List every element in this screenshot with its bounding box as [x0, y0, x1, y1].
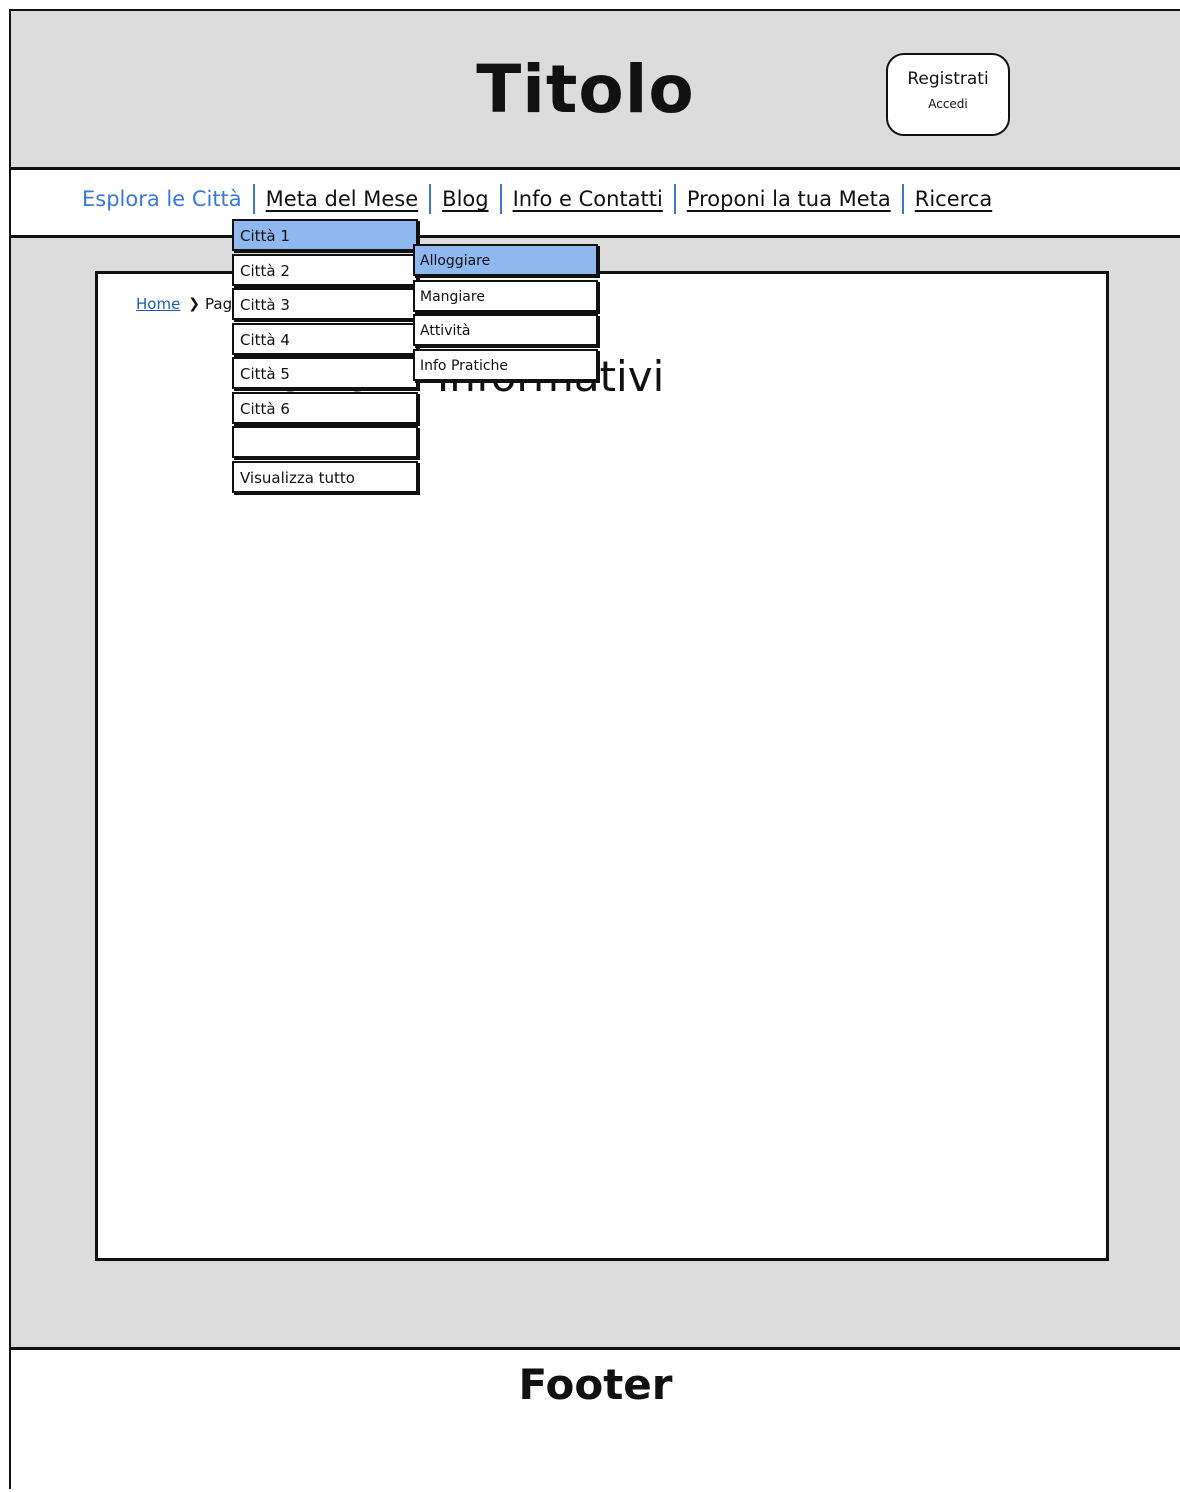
navigation-bar: Esplora le Città Meta del Mese Blog Info… — [11, 170, 1180, 238]
breadcrumb-home-link[interactable]: Home — [136, 295, 180, 313]
dropdown-item-citta-6[interactable]: Città 6 — [232, 391, 418, 424]
footer-label: Footer — [518, 1360, 673, 1409]
register-button[interactable]: Registrati — [888, 69, 1008, 89]
cities-dropdown: Città 1 Città 2 Città 3 Città 4 Città 5 … — [232, 219, 418, 493]
dropdown-item-view-all[interactable]: Visualizza tutto — [232, 460, 418, 493]
nav-meta-del-mese[interactable]: Meta del Mese — [266, 187, 418, 211]
dropdown-item-citta-3[interactable]: Città 3 — [232, 288, 418, 320]
nav-info-contatti[interactable]: Info e Contatti — [513, 187, 663, 211]
nav-separator — [429, 184, 432, 214]
dropdown-item-citta-5[interactable]: Città 5 — [232, 357, 418, 389]
login-link[interactable]: Accedi — [888, 97, 1008, 111]
submenu-item-info-pratiche[interactable]: Info Pratiche — [413, 348, 598, 381]
auth-box: Registrati Accedi — [886, 53, 1010, 136]
breadcrumb: Home ❯ Pagi — [136, 295, 241, 313]
nav-separator — [673, 184, 676, 214]
nav-esplora[interactable]: Esplora le Città — [82, 187, 242, 211]
dropdown-item-citta-4[interactable]: Città 4 — [232, 322, 418, 355]
nav-proponi-meta[interactable]: Proponi la tua Meta — [687, 187, 891, 211]
nav-ricerca[interactable]: Ricerca — [915, 187, 992, 211]
dropdown-item-citta-2[interactable]: Città 2 — [232, 253, 418, 286]
site-title-text: Titolo — [476, 51, 695, 128]
city-submenu: Alloggiare Mangiare Attività Info Pratic… — [413, 241, 598, 381]
header: Titolo Registrati Accedi — [11, 11, 1180, 170]
submenu-item-mangiare[interactable]: Mangiare — [413, 279, 598, 312]
nav-blog[interactable]: Blog — [442, 187, 488, 211]
main-nav: Esplora le Città Meta del Mese Blog Info… — [82, 184, 992, 214]
submenu-item-alloggiare[interactable]: Alloggiare — [413, 243, 598, 276]
submenu-item-attivita[interactable]: Attività — [413, 314, 598, 346]
dropdown-item-empty[interactable] — [232, 426, 418, 458]
footer: Footer — [11, 1347, 1180, 1492]
chevron-right-icon: ❯ — [188, 296, 201, 312]
nav-separator — [901, 184, 904, 214]
dropdown-item-citta-1[interactable]: Città 1 — [232, 219, 418, 251]
nav-separator — [252, 184, 255, 214]
nav-separator — [499, 184, 502, 214]
